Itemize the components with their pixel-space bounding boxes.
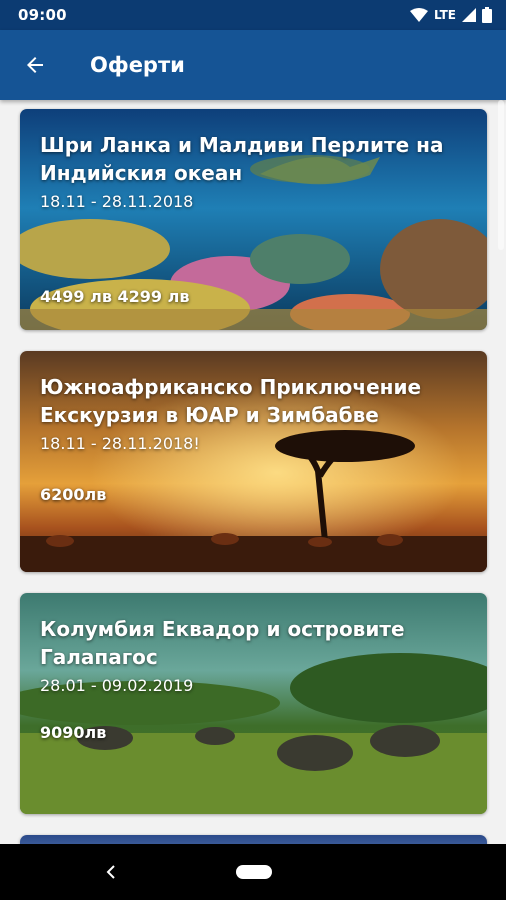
offer-card-south-africa[interactable]: Южноафриканско Приключение Екскурзия в Ю… — [20, 351, 487, 572]
offer-title: Колумбия Еквадор и островите Галапагос — [40, 617, 405, 669]
wifi-icon — [409, 8, 428, 22]
offer-price: 4499 лв 4299 лв — [40, 287, 190, 306]
arrow-left-icon — [27, 57, 43, 73]
offer-text: Шри Ланка и Малдиви Перлите на Индийския… — [40, 131, 475, 213]
offer-dates: 18.11 - 28.11.2018 — [40, 192, 194, 211]
offer-card-galapagos[interactable]: Колумбия Еквадор и островите Галапагос 2… — [20, 593, 487, 814]
signal-icon — [462, 8, 476, 22]
scrollbar[interactable] — [498, 100, 504, 250]
app-bar: Оферти — [0, 30, 506, 100]
back-button[interactable] — [0, 30, 70, 100]
offers-list[interactable]: Шри Ланка и Малдиви Перлите на Индийския… — [0, 100, 506, 844]
nav-home-pill[interactable] — [236, 865, 272, 879]
status-time: 09:00 — [18, 6, 67, 24]
offer-dates: 18.11 - 28.11.2018! — [40, 434, 200, 453]
chevron-left-icon — [106, 865, 115, 879]
nav-back-button[interactable] — [100, 858, 122, 886]
offer-price: 6200лв — [40, 485, 107, 504]
offer-title: Южноафриканско Приключение Екскурзия в Ю… — [40, 375, 422, 427]
offer-title: Шри Ланка и Малдиви Перлите на Индийския… — [40, 133, 444, 185]
network-type: LTE — [433, 8, 456, 22]
system-nav-bar — [0, 844, 506, 900]
battery-icon — [482, 7, 492, 23]
offer-text: Колумбия Еквадор и островите Галапагос 2… — [40, 615, 475, 697]
status-icons: LTE — [409, 7, 492, 23]
status-bar: 09:00 LTE — [0, 0, 506, 30]
page-title: Оферти — [90, 53, 185, 77]
offer-text: Южноафриканско Приключение Екскурзия в Ю… — [40, 373, 475, 455]
offer-price: 9090лв — [40, 723, 107, 742]
offer-card-partial[interactable] — [20, 835, 487, 844]
offer-dates: 28.01 - 09.02.2019 — [40, 676, 194, 695]
offer-card-sri-lanka[interactable]: Шри Ланка и Малдиви Перлите на Индийския… — [20, 109, 487, 330]
